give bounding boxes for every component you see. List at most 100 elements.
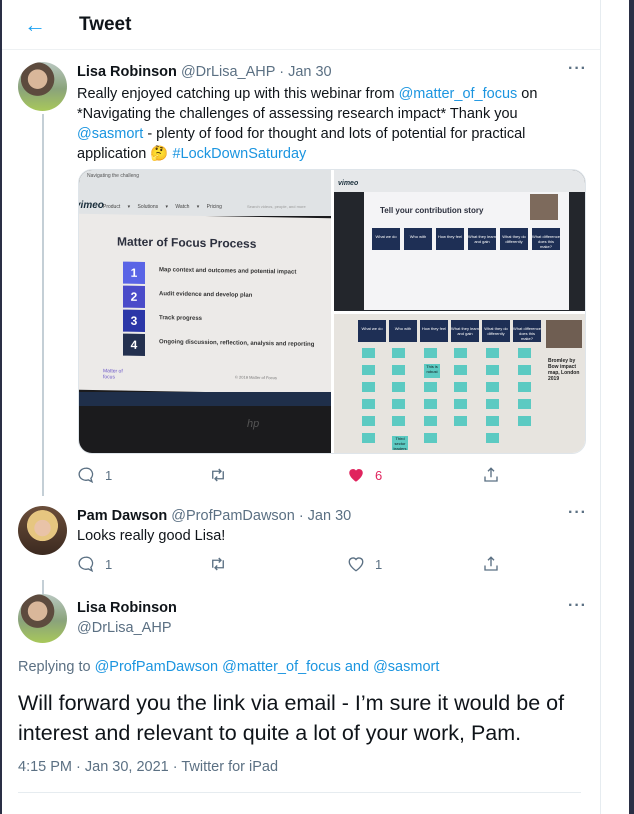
more-icon[interactable]: ··· xyxy=(568,60,587,78)
sticky-note xyxy=(362,399,375,409)
tweet-date[interactable]: · Jan 30 xyxy=(299,508,351,524)
sticky-note xyxy=(486,416,499,426)
sticky-note xyxy=(424,433,437,443)
more-icon[interactable]: ··· xyxy=(568,597,587,615)
slide-box: What we do xyxy=(372,228,400,250)
step-number: 4 xyxy=(123,333,145,356)
vimeo-nav: Product ▾ Solutions ▾ Watch ▾ Pricing xyxy=(103,204,222,210)
author-name[interactable]: Lisa Robinson xyxy=(77,600,177,616)
like-count: 1 xyxy=(375,556,383,572)
step-text: Map context and outcomes and potential i… xyxy=(159,267,297,276)
page-title: Tweet xyxy=(79,14,132,35)
sticky-note xyxy=(518,348,531,358)
mention-link[interactable]: @sasmort xyxy=(77,126,143,142)
slide-box: What they do differently xyxy=(482,320,510,342)
reply-icon xyxy=(78,556,94,573)
sticky-note xyxy=(424,382,437,392)
arrow-left-icon[interactable]: ← xyxy=(24,12,46,38)
sticky-note xyxy=(454,382,467,392)
slide: Matter of Focus Process 1 Map context an… xyxy=(79,213,331,395)
author-handle[interactable]: @DrLisa_AHP xyxy=(77,620,172,636)
tweet-header: Pam Dawson @ProfPamDawson · Jan 30 xyxy=(77,508,351,524)
tweet-text: Looks really good Lisa! xyxy=(77,528,226,544)
browser-tab: Navigating the challeng xyxy=(87,173,139,179)
tweet-text: Really enjoyed catching up with this web… xyxy=(77,84,577,164)
slide-title: Matter of Focus Process xyxy=(117,234,257,251)
slide-box: What they do differently xyxy=(500,228,528,250)
mention-link[interactable]: @ProfPamDawson xyxy=(95,659,219,675)
replying-label: Replying to xyxy=(18,659,95,675)
share-button[interactable] xyxy=(482,555,500,573)
avatar[interactable] xyxy=(18,62,67,111)
like-button[interactable]: 6 xyxy=(347,466,382,484)
reply-button[interactable]: 1 xyxy=(77,466,112,484)
sticky-note xyxy=(362,348,375,358)
vimeo-logo: vimeo xyxy=(79,200,104,211)
hashtag-link[interactable]: #LockDownSaturday xyxy=(172,146,306,162)
author-handle[interactable]: @DrLisa_AHP xyxy=(181,64,275,80)
like-count: 6 xyxy=(375,467,383,483)
sticky-note xyxy=(454,416,467,426)
sticky-note xyxy=(424,399,437,409)
sticky-note xyxy=(486,348,499,358)
avatar[interactable] xyxy=(18,594,67,643)
sticky-note xyxy=(392,365,405,375)
sticky-note xyxy=(486,433,499,443)
photo-1[interactable]: Navigating the challeng vimeo Product ▾ … xyxy=(79,170,331,453)
mention-link[interactable]: @matter_of_focus xyxy=(399,86,518,102)
photo-2[interactable]: vimeo Tell your contribution story What … xyxy=(334,170,585,311)
reply-count: 1 xyxy=(105,556,113,572)
sticky-note xyxy=(392,416,405,426)
window-border xyxy=(629,0,634,814)
mention-link[interactable]: @sasmort xyxy=(373,659,439,675)
share-icon xyxy=(484,556,498,571)
tweet-actions: 1 1 xyxy=(77,555,527,575)
tweet-date[interactable]: · Jan 30 xyxy=(279,64,331,80)
sticky-note xyxy=(362,382,375,392)
thinking-face-emoji: 🤔 xyxy=(150,146,169,162)
more-icon[interactable]: ··· xyxy=(568,504,587,522)
sticky-note xyxy=(486,365,499,375)
vimeo-search: Search videos, people, and more xyxy=(247,204,306,209)
step-number: 1 xyxy=(123,261,145,284)
sticky-note xyxy=(486,399,499,409)
sticky-note xyxy=(392,348,405,358)
heart-filled-icon xyxy=(349,469,363,482)
sticky-note xyxy=(424,348,437,358)
sticky-note xyxy=(362,433,375,443)
sticky-note xyxy=(518,365,531,375)
avatar[interactable] xyxy=(18,506,67,555)
step-text: Track progress xyxy=(159,315,203,322)
sticky-note xyxy=(486,382,499,392)
heart-icon xyxy=(348,557,364,572)
sticky-note xyxy=(454,365,467,375)
reply-button[interactable]: 1 xyxy=(77,555,112,573)
author-handle[interactable]: @ProfPamDawson xyxy=(171,508,295,524)
tweet-meta[interactable]: 4:15 PM · Jan 30, 2021 · Twitter for iPa… xyxy=(18,759,278,775)
slide-box: Who with xyxy=(404,228,432,250)
vimeo-logo: vimeo xyxy=(338,180,359,187)
reply-count: 1 xyxy=(105,467,113,483)
step-number: 3 xyxy=(123,309,145,332)
text: Really enjoyed catching up with this web… xyxy=(77,86,399,102)
tweet-text: Will forward you the link via email - I’… xyxy=(18,691,565,745)
author-name: Lisa Robinson xyxy=(77,600,177,616)
replying-to: Replying to @ProfPamDawson @matter_of_fo… xyxy=(18,659,439,675)
mention-link[interactable]: @matter_of_focus xyxy=(222,659,341,675)
author-name[interactable]: Lisa Robinson xyxy=(77,64,177,80)
sticky-note xyxy=(362,416,375,426)
step-number: 2 xyxy=(123,285,145,308)
media-grid: Navigating the challeng vimeo Product ▾ … xyxy=(78,169,586,454)
tweet-actions: 1 6 xyxy=(77,466,527,486)
author-name[interactable]: Pam Dawson xyxy=(77,508,167,524)
thread-line xyxy=(42,114,44,496)
share-button[interactable] xyxy=(482,466,500,484)
retweet-button[interactable] xyxy=(209,555,227,573)
like-button[interactable]: 1 xyxy=(347,555,382,573)
photo-3[interactable]: What we do Who with How they feel What t… xyxy=(334,314,585,453)
share-icon xyxy=(484,467,498,482)
copyright: © 2019 Matter of Focus xyxy=(235,374,277,381)
sticky-note xyxy=(518,399,531,409)
column-divider xyxy=(600,0,601,814)
retweet-button[interactable] xyxy=(209,466,227,484)
